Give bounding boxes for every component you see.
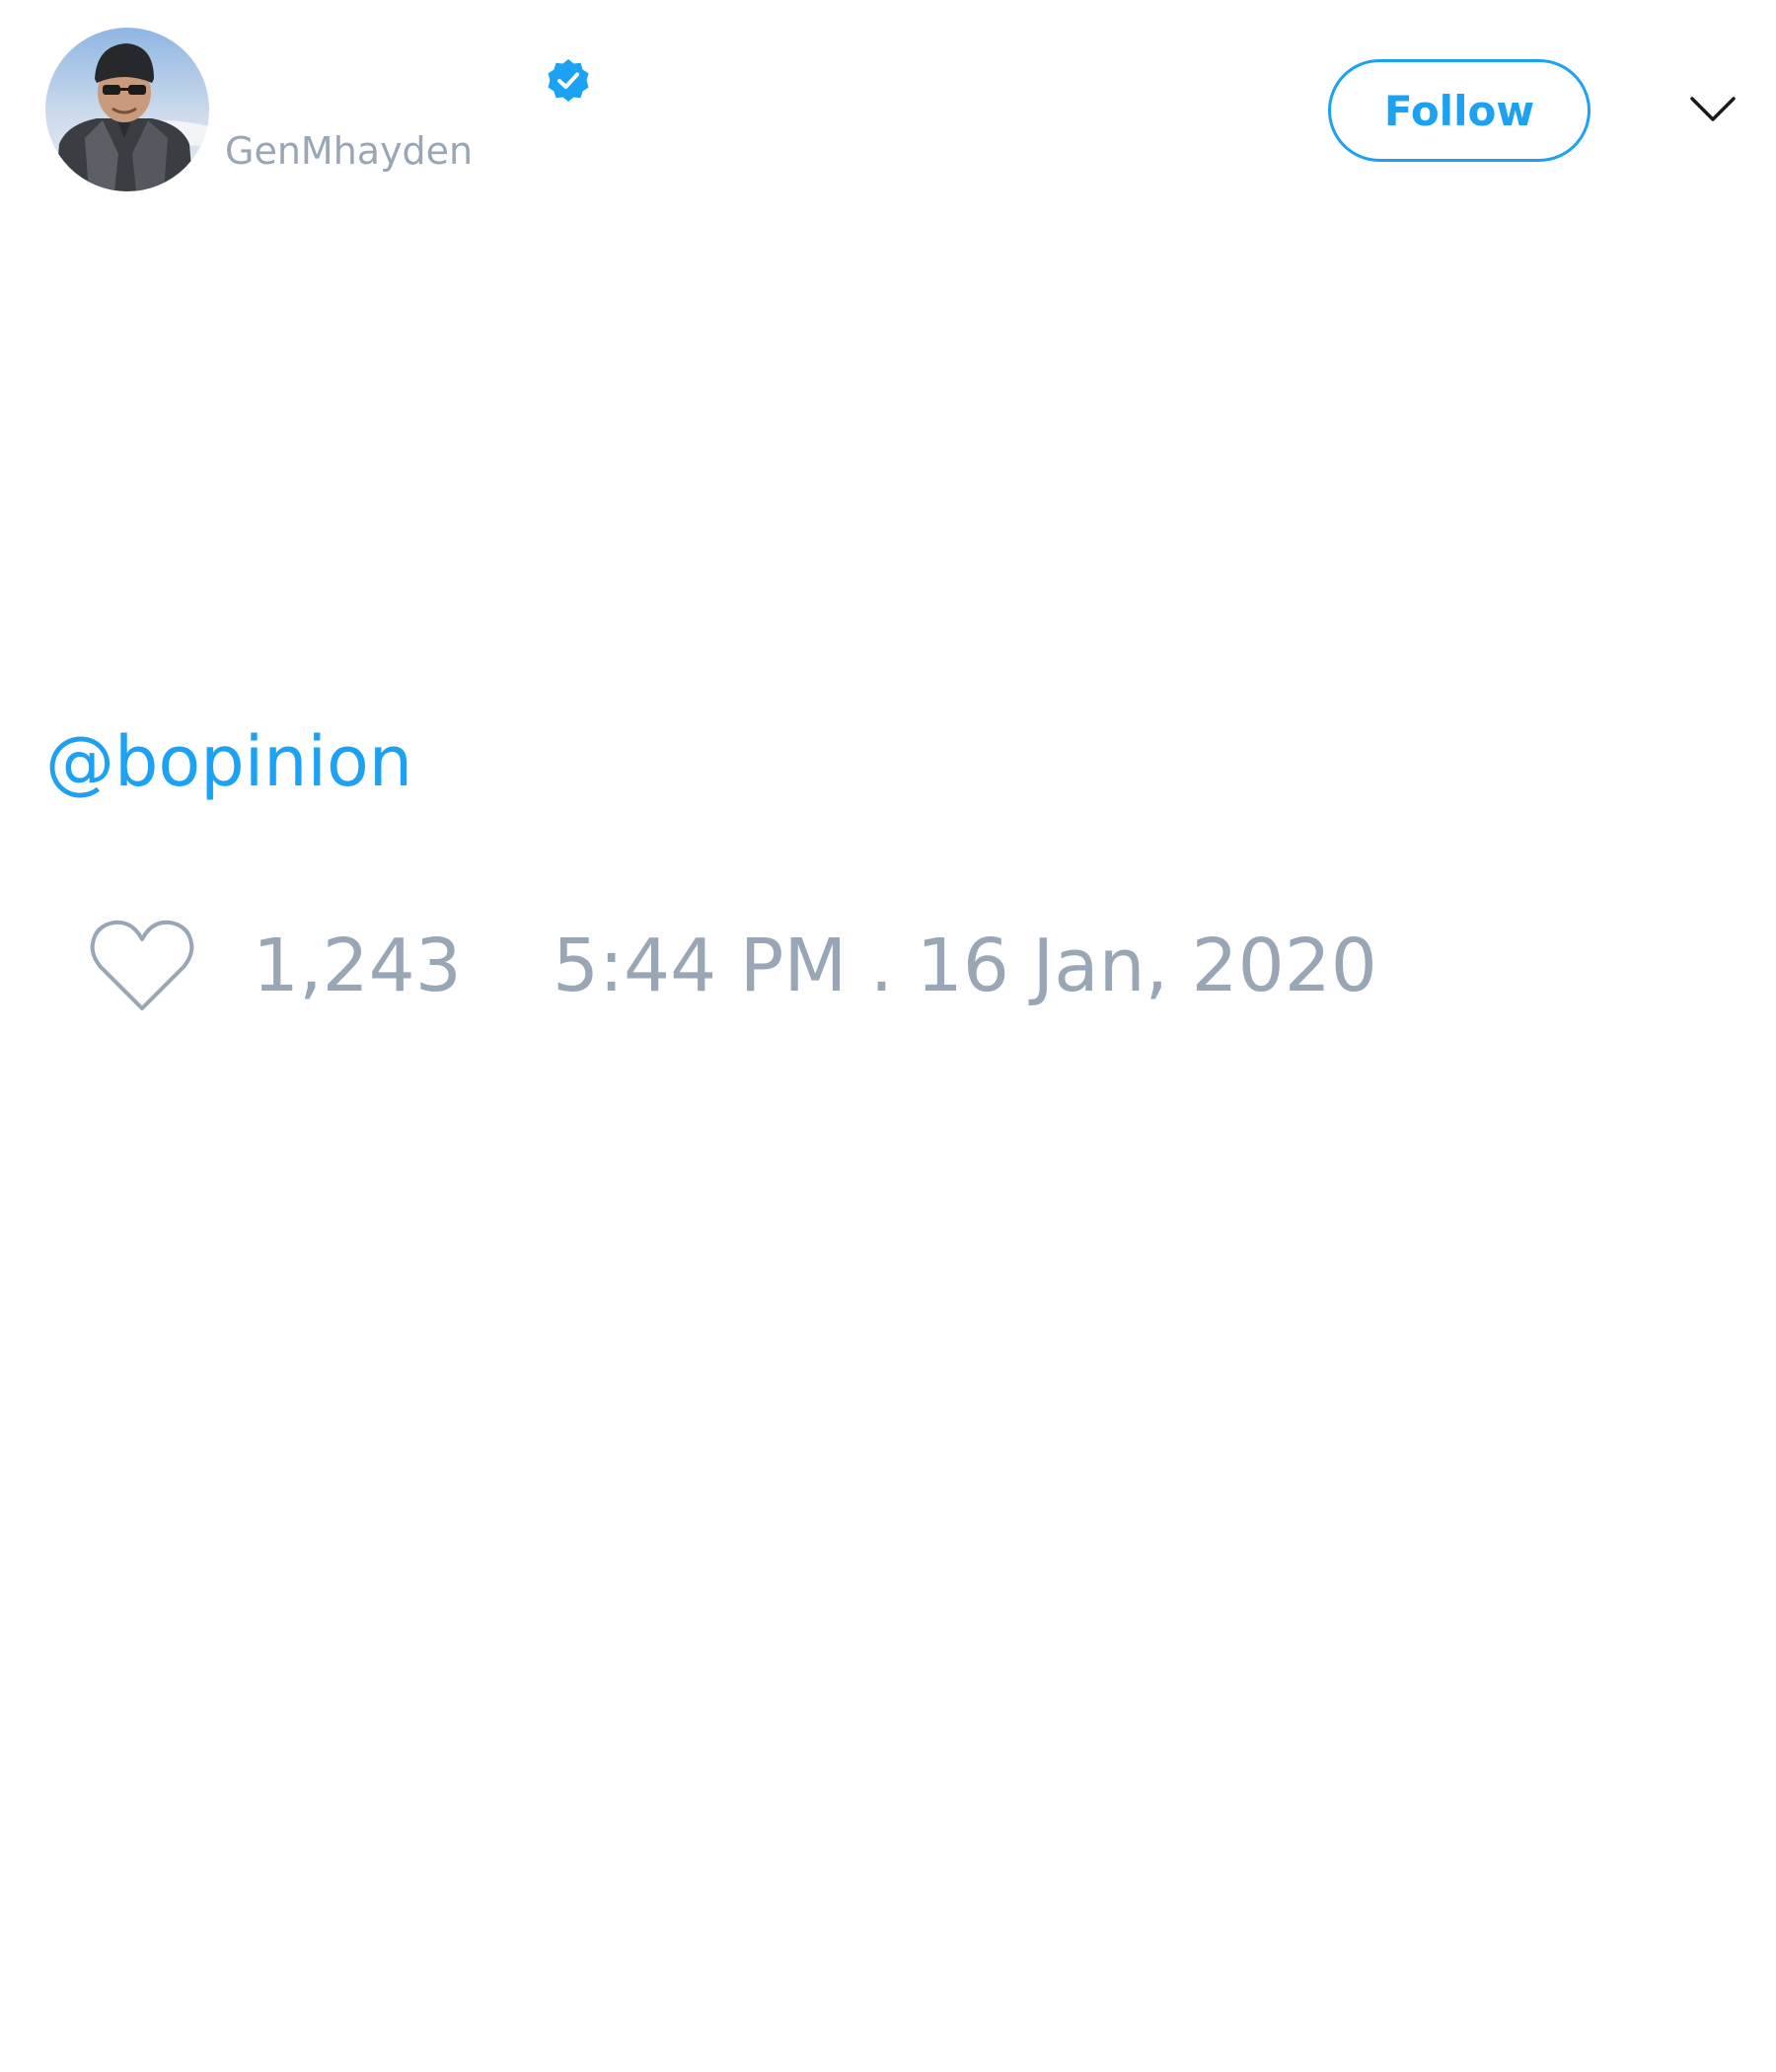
tweet-footer: 1,243 5:44 PM . 16 Jan, 2020 [0, 908, 1776, 1016]
heart-icon[interactable] [89, 918, 195, 1014]
verified-badge-icon [548, 59, 589, 102]
avatar-photo [45, 28, 209, 191]
more-options-button[interactable] [1683, 85, 1742, 134]
chevron-down-icon [1690, 97, 1736, 121]
tweet-timestamp[interactable]: 5:44 PM . 16 Jan, 2020 [553, 922, 1377, 1010]
like-count: 1,243 [253, 924, 462, 1008]
tweet-text: @bopinion [45, 720, 412, 803]
mention-link[interactable]: @bopinion [45, 721, 412, 802]
avatar[interactable] [45, 28, 209, 191]
follow-button[interactable]: Follow [1328, 59, 1591, 162]
author-handle[interactable]: GenMhayden [225, 124, 473, 178]
tweet-card: GenMhayden Follow @bopinion 1,243 5:44 P… [0, 0, 1776, 2072]
